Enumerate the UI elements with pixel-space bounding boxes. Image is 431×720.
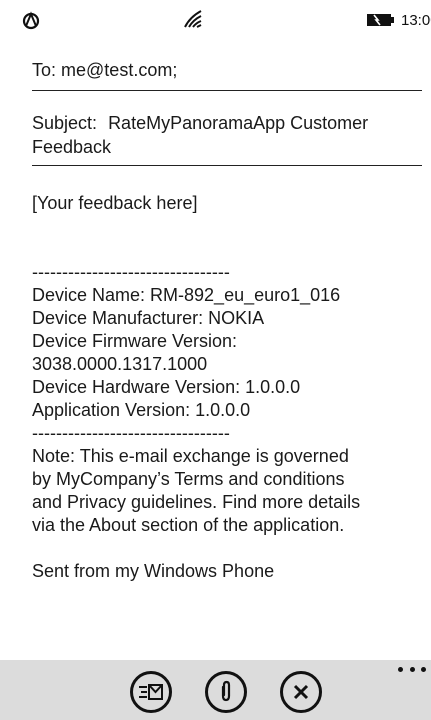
device-firmware-value: 3038.0000.1317.1000	[32, 354, 208, 374]
note-line-4: via the About section of the application…	[32, 515, 345, 535]
subject-value-line1: RateMyPanoramaApp Customer	[108, 113, 369, 133]
signature: Sent from my Windows Phone	[32, 561, 275, 581]
status-bar: 13:00	[0, 0, 431, 40]
separator-top: ---------------------------------	[32, 262, 230, 282]
device-firmware-label: Device Firmware Version:	[32, 331, 238, 351]
feedback-placeholder: [Your feedback here]	[32, 193, 198, 213]
app-bar	[0, 660, 431, 720]
attach-button[interactable]	[205, 671, 247, 713]
close-icon	[292, 683, 310, 701]
attach-icon	[218, 680, 234, 704]
to-field[interactable]: To: me@test.com;	[32, 58, 422, 91]
to-value: me@test.com;	[61, 60, 178, 80]
separator-bottom: ---------------------------------	[32, 423, 230, 443]
note-line-3: and Privacy guidelines. Find more detail…	[32, 492, 361, 512]
email-body[interactable]: [Your feedback here] -------------------…	[32, 192, 422, 583]
send-button[interactable]	[130, 671, 172, 713]
device-name: Device Name: RM-892_eu_euro1_016	[32, 285, 341, 305]
status-time: 13:00	[401, 12, 431, 29]
subject-label: Subject:	[32, 113, 98, 133]
discard-button[interactable]	[280, 671, 322, 713]
application-version: Application Version: 1.0.0.0	[32, 400, 251, 420]
subject-field[interactable]: Subject: RateMyPanoramaApp Customer Feed…	[32, 111, 422, 166]
more-ellipsis-icon[interactable]	[398, 664, 426, 674]
wifi-icon	[183, 9, 205, 36]
to-label: To:	[32, 60, 57, 80]
signal-icon	[22, 10, 40, 35]
note-line-2: by MyCompany’s Terms and conditions	[32, 469, 345, 489]
device-hardware: Device Hardware Version: 1.0.0.0	[32, 377, 301, 397]
battery-charging-icon	[366, 12, 396, 28]
subject-value-line2: Feedback	[32, 137, 112, 157]
note-line-1: Note: This e-mail exchange is governed	[32, 446, 349, 466]
device-manufacturer: Device Manufacturer: NOKIA	[32, 308, 265, 328]
send-icon	[138, 682, 164, 702]
